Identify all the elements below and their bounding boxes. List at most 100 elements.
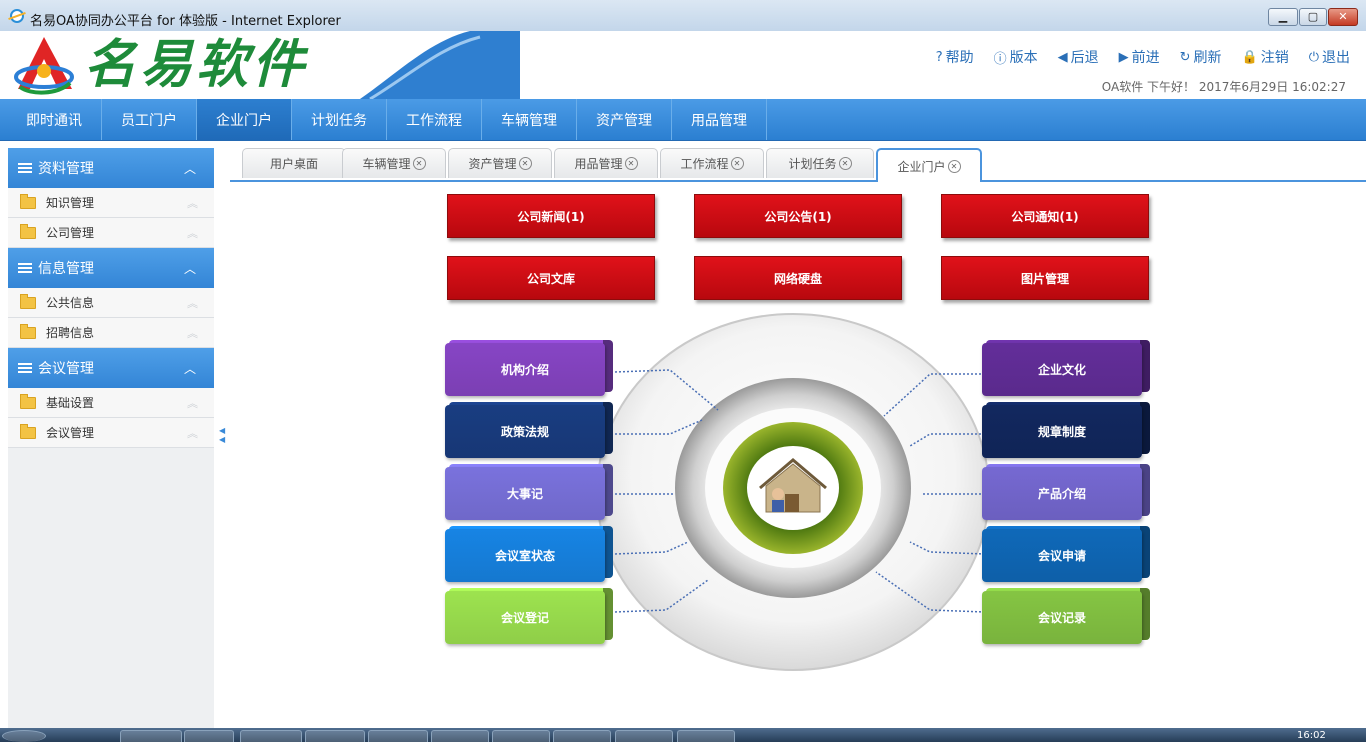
maximize-button[interactable]: ▢ — [1299, 8, 1327, 26]
nav-item-6[interactable]: 资产管理 — [577, 99, 672, 140]
tab-6[interactable]: 企业门户 ✕ — [876, 148, 982, 182]
toolbar-power-button[interactable]: ⏻ 退出 — [1309, 47, 1350, 67]
close-button[interactable]: ✕ — [1328, 8, 1358, 26]
sidebar-item[interactable]: 会议管理 ︽ — [8, 418, 214, 448]
minimize-button[interactable]: ▁ — [1268, 8, 1298, 26]
double-chevron-up-icon: ︽ — [187, 326, 198, 340]
sidebar-item[interactable]: 招聘信息 ︽ — [8, 318, 214, 348]
tab-close-icon[interactable]: ✕ — [730, 157, 744, 170]
tab-label: 用品管理 — [574, 157, 623, 171]
list-icon — [18, 362, 32, 374]
nav-item-1[interactable]: 员工门户 — [102, 99, 197, 140]
greeting-text: OA软件 下午好！ 2017年6月29日 16:02:27 — [1101, 80, 1346, 94]
tab-4[interactable]: 工作流程 ✕ — [660, 148, 764, 178]
tab-2[interactable]: 资产管理 ✕ — [448, 148, 552, 178]
toolbar-lock-button[interactable]: 🔒 注销 — [1242, 47, 1289, 67]
right-box-4[interactable]: 会议记录 — [982, 588, 1150, 644]
taskbar-app-8[interactable] — [553, 730, 611, 742]
taskbar-app-9[interactable] — [615, 730, 673, 742]
left-box-0[interactable]: 机构介绍 — [445, 340, 613, 396]
sidebar-item[interactable]: 公司管理 ︽ — [8, 218, 214, 248]
portal-button-4[interactable]: 网络硬盘 — [694, 256, 902, 300]
left-box-1[interactable]: 政策法规 — [445, 402, 613, 458]
tab-bar: 用户桌面 车辆管理 ✕ 资产管理 ✕ 用品管理 ✕ 工作流程 ✕ 计划任务 ✕ 企业门户 ✕ — [230, 148, 1366, 182]
sidebar-group-header[interactable]: 信息管理 ︿ — [8, 248, 214, 288]
list-icon — [18, 262, 32, 274]
right-box-1[interactable]: 规章制度 — [982, 402, 1150, 458]
left-box-3[interactable]: 会议室状态 — [445, 526, 613, 582]
left-box-2[interactable]: 大事记 — [445, 464, 613, 520]
tab-close-icon[interactable]: ✕ — [838, 157, 852, 170]
left-box-4[interactable]: 会议登记 — [445, 588, 613, 644]
portal-button-2[interactable]: 公司通知(1) — [941, 194, 1149, 238]
logo-emblem-icon — [14, 37, 74, 95]
sidebar-item[interactable]: 公共信息 ︽ — [8, 288, 214, 318]
sidebar-item-label: 基础设置 — [46, 396, 95, 410]
toolbar-forward-button[interactable]: ▶ 前进 — [1119, 47, 1160, 67]
toolbar-label: 前进 — [1131, 50, 1160, 66]
portal-button-0[interactable]: 公司新闻(1) — [447, 194, 655, 238]
taskbar-app-ie[interactable] — [120, 730, 182, 742]
sidebar-group-title: 资料管理 — [38, 161, 94, 177]
sidebar-item[interactable]: 基础设置 ︽ — [8, 388, 214, 418]
box-label: 会议记录 — [982, 591, 1142, 644]
toolbar-help-button[interactable]: ? 帮助 — [936, 47, 974, 67]
double-chevron-up-icon: ︽ — [187, 196, 198, 210]
right-box-2[interactable]: 产品介绍 — [982, 464, 1150, 520]
window-title: 名易OA协同办公平台 for 体验版 - Internet Explorer — [30, 14, 341, 29]
tab-close-icon[interactable]: ✕ — [947, 159, 961, 173]
tab-close-icon[interactable]: ✕ — [518, 157, 532, 170]
portal-button-5[interactable]: 图片管理 — [941, 256, 1149, 300]
tab-label: 企业门户 — [897, 159, 946, 174]
right-box-0[interactable]: 企业文化 — [982, 340, 1150, 396]
sidebar-group-header[interactable]: 会议管理 ︿ — [8, 348, 214, 388]
right-box-3[interactable]: 会议申请 — [982, 526, 1150, 582]
tab-label: 用户桌面 — [269, 157, 318, 171]
taskbar-app-7[interactable] — [492, 730, 550, 742]
sidebar-collapse-icon[interactable]: ◀ ◀ — [219, 426, 225, 444]
tab-label: 计划任务 — [788, 157, 837, 171]
main-nav: 即时通讯 员工门户 企业门户 计划任务 工作流程 车辆管理 资产管理 用品管理 — [0, 99, 1366, 141]
nav-item-4[interactable]: 工作流程 — [387, 99, 482, 140]
portal-button-1[interactable]: 公司公告(1) — [694, 194, 902, 238]
toolbar-back-button[interactable]: ◀ 后退 — [1058, 47, 1099, 67]
taskbar-app-4[interactable] — [305, 730, 365, 742]
taskbar-app-3[interactable] — [240, 730, 302, 742]
portal-button-3[interactable]: 公司文库 — [447, 256, 655, 300]
box-label: 会议申请 — [982, 529, 1142, 582]
lock-icon: 🔒 — [1241, 49, 1258, 65]
tab-close-icon[interactable]: ✕ — [624, 157, 638, 170]
tab-3[interactable]: 用品管理 ✕ — [554, 148, 658, 178]
tab-0[interactable]: 用户桌面 — [242, 148, 346, 178]
start-button[interactable] — [2, 730, 46, 742]
toolbar-label: 帮助 — [945, 50, 974, 66]
taskbar-app-5[interactable] — [368, 730, 428, 742]
maximize-icon: ▢ — [1307, 10, 1319, 23]
nav-item-7[interactable]: 用品管理 — [672, 99, 767, 140]
taskbar-app-2[interactable] — [184, 730, 234, 742]
tab-close-icon[interactable]: ✕ — [412, 157, 426, 170]
sidebar-item[interactable]: 知识管理 ︽ — [8, 188, 214, 218]
chevron-up-icon: ︿ — [183, 362, 196, 376]
sidebar-item-label: 招聘信息 — [46, 326, 95, 340]
nav-item-2[interactable]: 企业门户 — [197, 99, 292, 140]
nav-item-0[interactable]: 即时通讯 — [0, 99, 102, 140]
tab-1[interactable]: 车辆管理 ✕ — [342, 148, 446, 178]
sidebar-group-header[interactable]: 资料管理 ︿ — [8, 148, 214, 188]
taskbar-app-10[interactable] — [677, 730, 735, 742]
tab-5[interactable]: 计划任务 ✕ — [766, 148, 874, 178]
toolbar-info-button[interactable]: ⓘ 版本 — [994, 47, 1038, 67]
list-icon — [18, 162, 32, 174]
toolbar-label: 后退 — [1070, 50, 1099, 66]
taskbar-app-6[interactable] — [431, 730, 489, 742]
box-label: 大事记 — [445, 467, 605, 520]
taskbar-clock: 16:02 — [1297, 730, 1326, 741]
toolbar-label: 注销 — [1260, 50, 1289, 66]
nav-item-5[interactable]: 车辆管理 — [482, 99, 577, 140]
chevron-up-icon: ︿ — [183, 262, 196, 276]
toolbar-refresh-button[interactable]: ↻ 刷新 — [1180, 47, 1222, 67]
box-label: 机构介绍 — [445, 343, 605, 396]
nav-item-3[interactable]: 计划任务 — [292, 99, 387, 140]
chevron-up-icon: ︿ — [183, 162, 196, 176]
folder-icon — [20, 193, 36, 209]
